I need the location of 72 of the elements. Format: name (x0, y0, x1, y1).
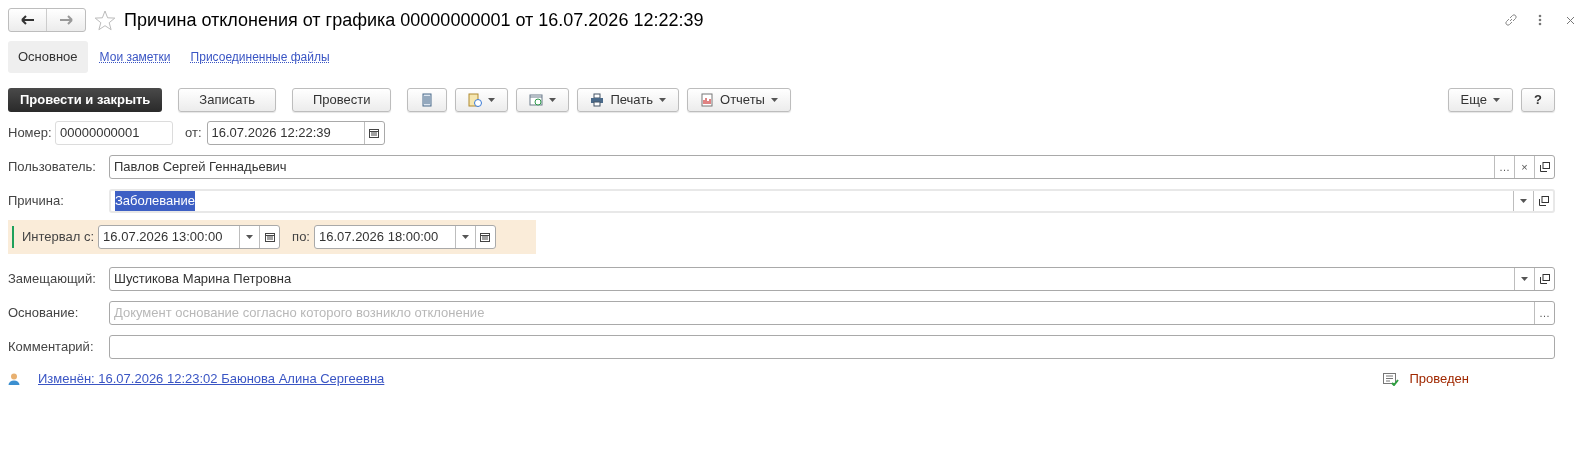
caret-icon (462, 235, 469, 239)
select-button[interactable]: … (1494, 156, 1514, 178)
open-window-icon (1539, 274, 1550, 284)
caret-icon (659, 98, 666, 102)
calendar-icon (480, 232, 491, 242)
field-label: Причина: (8, 192, 65, 211)
clear-button[interactable]: × (1514, 156, 1534, 178)
field-placeholder: Документ основание согласно которого возникло отклонение (114, 304, 485, 323)
tab[interactable]: Мои заметки (91, 41, 179, 73)
post-and-close-button[interactable]: Провести и закрыть (8, 88, 163, 112)
field-value: 16.07.2026 18:00:00 (318, 228, 440, 247)
toolbar-menu-button[interactable] (516, 88, 570, 112)
arrow-right-icon (59, 15, 73, 25)
toolbar-menu-button[interactable] (455, 88, 509, 112)
input-field[interactable]: Павлов Сергей Геннадьевич … × (109, 155, 1555, 179)
window-title: Причина отклонения от графика 00000000001 от 16.07.2026 12:22:39 (124, 8, 704, 32)
toolbar-button[interactable]: Провести (291, 88, 392, 112)
select-button[interactable]: … (1534, 302, 1554, 324)
user-icon (8, 373, 20, 385)
posted-document-icon (1383, 372, 1400, 386)
more-button[interactable]: Еще (1447, 88, 1514, 112)
document-icon (468, 93, 483, 107)
tab[interactable]: Основное (8, 41, 88, 73)
printer-icon (590, 93, 605, 107)
arrow-left-icon (20, 15, 35, 25)
field-value: Заболевание (115, 191, 195, 211)
help-button[interactable]: ? (1521, 88, 1555, 112)
calendar-icon (264, 232, 275, 242)
open-window-icon (1539, 162, 1550, 172)
star-icon[interactable] (94, 9, 116, 31)
input-field[interactable]: Документ основание согласно которого возникло отклонение … (109, 301, 1555, 325)
number-field[interactable]: 00000000001 (55, 121, 173, 145)
caret-icon (246, 235, 254, 239)
close-icon[interactable] (1566, 15, 1575, 25)
status-text: Проведен (1409, 370, 1469, 389)
field-label: Замещающий: (8, 270, 97, 289)
input-field[interactable]: Шустикова Марина Петровна (109, 267, 1555, 291)
changed-link[interactable]: Изменён: 16.07.2026 12:23:02 Баюнова Алина Сергеевна (38, 369, 385, 389)
field-label: Интервал с: (22, 228, 95, 247)
field-value: 16.07.2026 12:22:39 (210, 124, 332, 143)
field-label: по: (292, 228, 310, 247)
field-label: Пользователь: (8, 158, 97, 177)
date-field[interactable]: 16.07.2026 13:00:00 (98, 225, 281, 249)
toolbar-button[interactable] (407, 88, 448, 112)
input-field[interactable]: Заболевание (109, 189, 1555, 213)
toolbar-menu-button[interactable]: Отчеты (687, 88, 791, 112)
input-field[interactable] (109, 335, 1555, 359)
date-field[interactable]: 16.07.2026 18:00:00 (314, 225, 496, 249)
date-field[interactable]: 16.07.2026 12:22:39 (206, 121, 385, 145)
list-icon (420, 93, 435, 107)
field-label: Номер: (8, 124, 53, 143)
field-label: от: (185, 124, 202, 143)
caret-icon (1493, 98, 1501, 102)
field-value: Шустикова Марина Петровна (114, 270, 292, 289)
field-value: 16.07.2026 13:00:00 (102, 228, 224, 247)
field-label: Комментарий: (8, 338, 95, 357)
toolbar-button[interactable]: Записать (178, 88, 276, 112)
field-label: Основание: (8, 304, 80, 323)
link-icon[interactable] (1504, 13, 1518, 27)
more-vertical-icon[interactable] (1538, 14, 1542, 26)
caret-icon (1521, 277, 1528, 281)
field-value: Павлов Сергей Геннадьевич (114, 158, 287, 177)
caret-icon (1520, 199, 1527, 203)
calendar-icon (529, 93, 544, 107)
report-icon (700, 93, 714, 107)
caret-icon (488, 98, 496, 102)
toolbar-menu-button[interactable]: Печать (577, 88, 679, 112)
tab[interactable]: Присоединенные файлы (182, 41, 338, 73)
calendar-icon (369, 128, 379, 138)
open-window-icon (1538, 196, 1549, 206)
caret-icon (549, 98, 557, 102)
caret-icon (770, 98, 778, 102)
